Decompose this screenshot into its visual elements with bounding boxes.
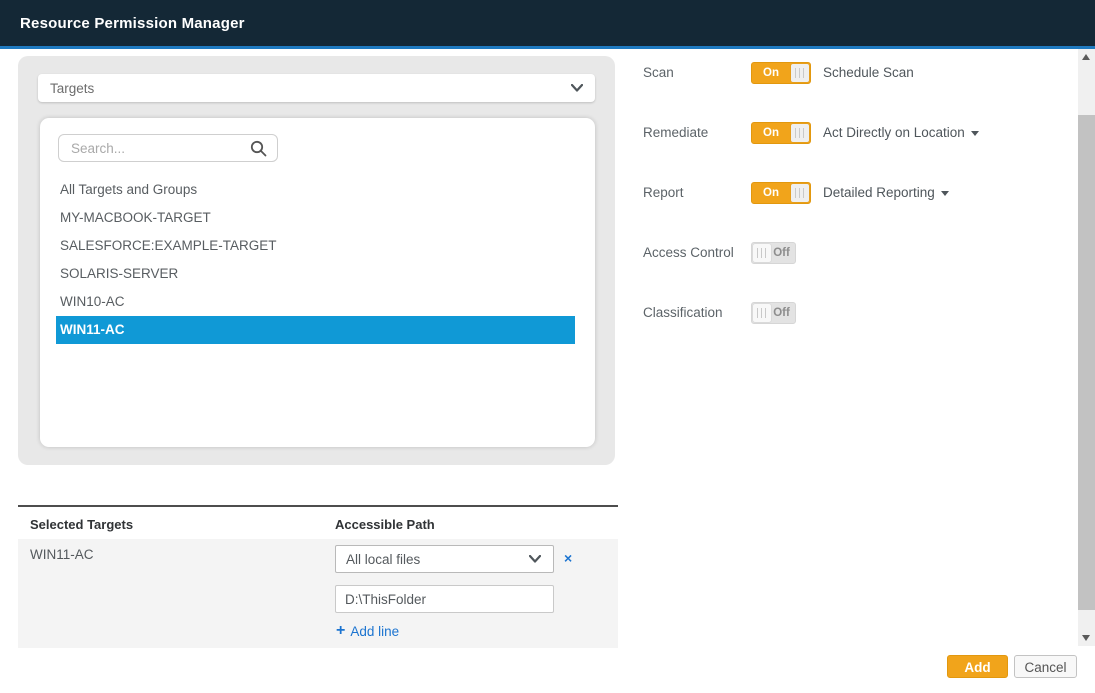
target-list-item[interactable]: WIN10-AC — [56, 288, 575, 316]
scrollbar-thumb[interactable] — [1078, 115, 1095, 610]
target-type-select-value: Targets — [50, 81, 571, 96]
scrollbar[interactable] — [1078, 49, 1095, 646]
target-list: All Targets and Groups MY-MACBOOK-TARGET… — [56, 176, 575, 344]
toggle-knob — [791, 124, 809, 142]
dialog-header: Resource Permission Manager — [0, 0, 1095, 49]
chevron-down-icon — [529, 555, 541, 563]
report-option-dropdown[interactable]: Detailed Reporting — [823, 181, 949, 205]
cancel-button[interactable]: Cancel — [1014, 655, 1077, 678]
remove-row-icon[interactable]: × — [564, 549, 572, 567]
target-list-item-selected[interactable]: WIN11-AC — [56, 316, 575, 344]
report-toggle[interactable]: On — [751, 182, 811, 204]
grip-icon — [795, 128, 805, 138]
target-type-select[interactable]: Targets — [38, 74, 595, 102]
scrollbar-down-icon[interactable] — [1078, 630, 1095, 646]
permissions-panel: Scan On Schedule Scan Remediate On Act D… — [643, 49, 1079, 389]
column-header-accessible-path: Accessible Path — [335, 517, 435, 532]
remediate-option-dropdown[interactable]: Act Directly on Location — [823, 121, 979, 145]
access-control-label: Access Control — [643, 241, 734, 265]
target-list-item[interactable]: MY-MACBOOK-TARGET — [56, 204, 575, 232]
permission-row-scan: Scan On Schedule Scan — [643, 61, 1079, 85]
toggle-knob — [791, 184, 809, 202]
toggle-state-label: On — [752, 183, 790, 203]
chevron-down-icon — [571, 84, 583, 92]
search-input[interactable] — [69, 140, 250, 157]
add-button[interactable]: Add — [947, 655, 1008, 678]
remediate-label: Remediate — [643, 121, 708, 145]
grip-icon — [795, 188, 805, 198]
selected-target-name: WIN11-AC — [30, 547, 94, 562]
column-header-selected-targets: Selected Targets — [30, 517, 133, 532]
plus-icon: + — [336, 623, 345, 639]
table-divider — [18, 505, 618, 507]
grip-icon — [795, 68, 805, 78]
target-search — [58, 134, 278, 162]
permission-row-access-control: Access Control Off — [643, 241, 1079, 265]
path-type-select-value: All local files — [346, 552, 529, 567]
caret-down-icon — [941, 191, 949, 196]
target-list-item[interactable]: SALESFORCE:EXAMPLE-TARGET — [56, 232, 575, 260]
target-list-item[interactable]: All Targets and Groups — [56, 176, 575, 204]
access-control-toggle[interactable]: Off — [751, 242, 796, 264]
search-icon[interactable] — [250, 140, 267, 157]
toggle-knob — [791, 64, 809, 82]
classification-label: Classification — [643, 301, 723, 325]
report-label: Report — [643, 181, 684, 205]
toggle-state-label: On — [752, 63, 790, 83]
scan-label: Scan — [643, 61, 674, 85]
grip-icon — [757, 308, 767, 318]
scan-option-label: Schedule Scan — [823, 61, 914, 85]
permission-row-report: Report On Detailed Reporting — [643, 181, 1079, 205]
scan-toggle[interactable]: On — [751, 62, 811, 84]
path-type-select[interactable]: All local files — [335, 545, 554, 573]
permission-row-classification: Classification Off — [643, 301, 1079, 325]
grip-icon — [757, 248, 767, 258]
toggle-state-label: Off — [768, 243, 795, 263]
remediate-toggle[interactable]: On — [751, 122, 811, 144]
targets-panel: Targets All Targets and Groups MY-MACBOO… — [18, 56, 615, 465]
dialog-title: Resource Permission Manager — [20, 15, 245, 32]
add-line-link[interactable]: + Add line — [336, 623, 399, 639]
target-list-item[interactable]: SOLARIS-SERVER — [56, 260, 575, 288]
scrollbar-up-icon[interactable] — [1078, 49, 1095, 65]
permission-row-remediate: Remediate On Act Directly on Location — [643, 121, 1079, 145]
toggle-state-label: Off — [768, 303, 795, 323]
path-input[interactable] — [335, 585, 554, 613]
targets-listbox: All Targets and Groups MY-MACBOOK-TARGET… — [40, 118, 595, 447]
add-line-label: Add line — [350, 624, 399, 639]
table-row: WIN11-AC All local files × + Add line — [18, 539, 618, 648]
classification-toggle[interactable]: Off — [751, 302, 796, 324]
toggle-state-label: On — [752, 123, 790, 143]
caret-down-icon — [971, 131, 979, 136]
